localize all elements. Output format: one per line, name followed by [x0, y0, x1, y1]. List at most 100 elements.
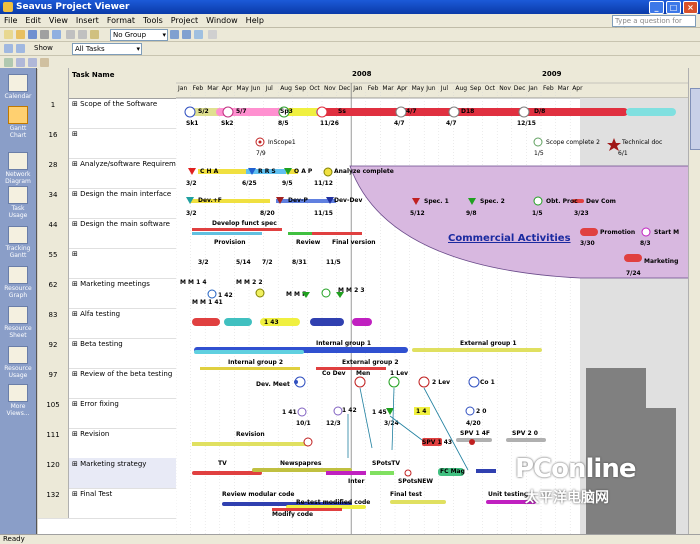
status-text: Ready [3, 535, 25, 543]
svg-text:7/2: 7/2 [262, 259, 273, 266]
scrollbar-thumb[interactable] [690, 88, 700, 150]
maximize-button[interactable]: □ [666, 1, 681, 14]
save-icon[interactable] [28, 30, 37, 39]
month-label: Jul [440, 85, 449, 92]
notes-icon[interactable] [40, 58, 49, 67]
svg-text:SPV 1 4F: SPV 1 4F [460, 430, 490, 437]
view-resource-sheet[interactable]: Resource Sheet [2, 306, 34, 339]
task-name: ⊞ Beta testing [72, 340, 123, 348]
help-search-input[interactable]: Type a question for help [612, 15, 696, 35]
task-name-header[interactable]: Task Name [72, 71, 114, 79]
copy-icon[interactable] [78, 30, 87, 39]
svg-text:8/31: 8/31 [292, 259, 307, 266]
svg-text:Spec. 1: Spec. 1 [424, 198, 449, 205]
view-gantt-chart[interactable]: Gantt Chart [2, 106, 34, 139]
month-label: Jul [265, 85, 273, 92]
table-row[interactable]: 111 ⊞ Revision [38, 428, 176, 459]
indent-icon[interactable] [16, 44, 25, 53]
view-tracking-gantt[interactable]: Tracking Gantt [2, 226, 34, 259]
standard-toolbar: No Group [0, 28, 700, 42]
view-calendar[interactable]: Calendar [2, 74, 34, 100]
new-icon[interactable] [4, 30, 13, 39]
grid-header: Task Name [38, 68, 176, 99]
table-row[interactable]: 34 ⊞ Design the main interface [38, 188, 176, 219]
task-name: ⊞ Scope of the Software [72, 100, 158, 108]
outdent-icon[interactable] [4, 44, 13, 53]
filter-select[interactable]: All Tasks [72, 43, 142, 55]
month-label: Feb [192, 85, 204, 92]
svg-text:9/8: 9/8 [466, 210, 477, 217]
menu-view[interactable]: View [45, 14, 72, 27]
gantt-chart-icon [8, 106, 28, 124]
menu-file[interactable]: File [0, 14, 21, 27]
table-row[interactable]: 92 ⊞ Beta testing [38, 338, 176, 369]
svg-text:Marketing: Marketing [644, 258, 678, 265]
menu-project[interactable]: Project [167, 14, 202, 27]
menu-edit[interactable]: Edit [21, 14, 45, 27]
month-label: Apr [572, 85, 583, 92]
table-row[interactable]: 120 ⊞ Marketing strategy [38, 458, 176, 489]
table-row[interactable]: 28 ⊞ Analyze/software Requirement [38, 158, 176, 189]
table-row[interactable]: 1 ⊞ Scope of the Software [38, 98, 176, 129]
table-row[interactable]: 62 ⊞ Marketing meetings [38, 278, 176, 309]
show-label[interactable]: Show [34, 43, 53, 54]
table-row[interactable]: 44 ⊞ Design the main software [38, 218, 176, 249]
preview-icon[interactable] [52, 30, 61, 39]
table-row[interactable]: 83 ⊞ Alfa testing [38, 308, 176, 339]
svg-text:8/5: 8/5 [278, 120, 289, 127]
network-diagram-icon [8, 152, 28, 170]
table-row[interactable]: 55 ⊞ [38, 248, 176, 279]
zoom-out-icon[interactable] [182, 30, 191, 39]
svg-text:2 Lev: 2 Lev [432, 379, 450, 386]
cut-icon[interactable] [66, 30, 75, 39]
svg-text:1 42: 1 42 [218, 292, 233, 299]
month-label: Apr [397, 85, 408, 92]
svg-text:Final version: Final version [332, 239, 376, 246]
svg-text:Review: Review [296, 239, 321, 246]
svg-text:5/7: 5/7 [236, 108, 247, 115]
task-name: ⊞ [72, 250, 78, 258]
svg-text:Revision: Revision [236, 431, 265, 438]
table-row[interactable]: 132 ⊞ Final Test [38, 488, 176, 519]
menu-bar: File Edit View Insert Format Tools Project Wind… [0, 14, 700, 28]
month-label: Dec [513, 85, 526, 92]
goto-task-icon[interactable] [194, 30, 203, 39]
paste-icon[interactable] [90, 30, 99, 39]
svg-text:Sp3: Sp3 [280, 108, 293, 115]
view-task-usage[interactable]: Task Usage [2, 186, 34, 219]
check-icon[interactable] [4, 58, 13, 67]
minimize-button[interactable]: _ [649, 1, 664, 14]
close-button[interactable]: × [683, 1, 698, 14]
view-resource-usage[interactable]: Resource Usage [2, 346, 34, 379]
help-icon[interactable] [208, 30, 217, 39]
table-row[interactable]: 16 ⊞ [38, 128, 176, 159]
svg-text:4/20: 4/20 [466, 420, 481, 427]
table-row[interactable]: 105 ⊞ Error fixing [38, 398, 176, 429]
menu-insert[interactable]: Insert [72, 14, 103, 27]
title-bar: Seavus Project Viewer _ □ × [0, 0, 700, 14]
svg-text:5/14: 5/14 [236, 259, 251, 266]
task-name: ⊞ Revision [72, 430, 110, 438]
link-icon[interactable] [16, 58, 25, 67]
month-label: Jan [528, 85, 538, 92]
svg-text:Sk2: Sk2 [221, 120, 234, 127]
group-select[interactable]: No Group [110, 29, 168, 41]
view-network-diagram[interactable]: Network Diagram [2, 152, 34, 185]
svg-text:External group 1: External group 1 [460, 340, 517, 347]
open-icon[interactable] [16, 30, 25, 39]
svg-text:5/12: 5/12 [410, 210, 425, 217]
view-more-views[interactable]: More Views... [2, 384, 34, 417]
svg-text:1 Lev: 1 Lev [390, 370, 408, 377]
zoom-in-icon[interactable] [170, 30, 179, 39]
menu-window[interactable]: Window [202, 14, 242, 27]
svg-text:Provision: Provision [214, 239, 245, 246]
print-icon[interactable] [40, 30, 49, 39]
menu-format[interactable]: Format [103, 14, 139, 27]
svg-text:3/23: 3/23 [574, 210, 589, 217]
svg-text:7/9: 7/9 [256, 150, 266, 157]
view-resource-graph[interactable]: Resource Graph [2, 266, 34, 299]
menu-tools[interactable]: Tools [139, 14, 167, 27]
unlink-icon[interactable] [28, 58, 37, 67]
table-row[interactable]: 97 ⊞ Review of the beta testing [38, 368, 176, 399]
menu-help[interactable]: Help [242, 14, 268, 27]
